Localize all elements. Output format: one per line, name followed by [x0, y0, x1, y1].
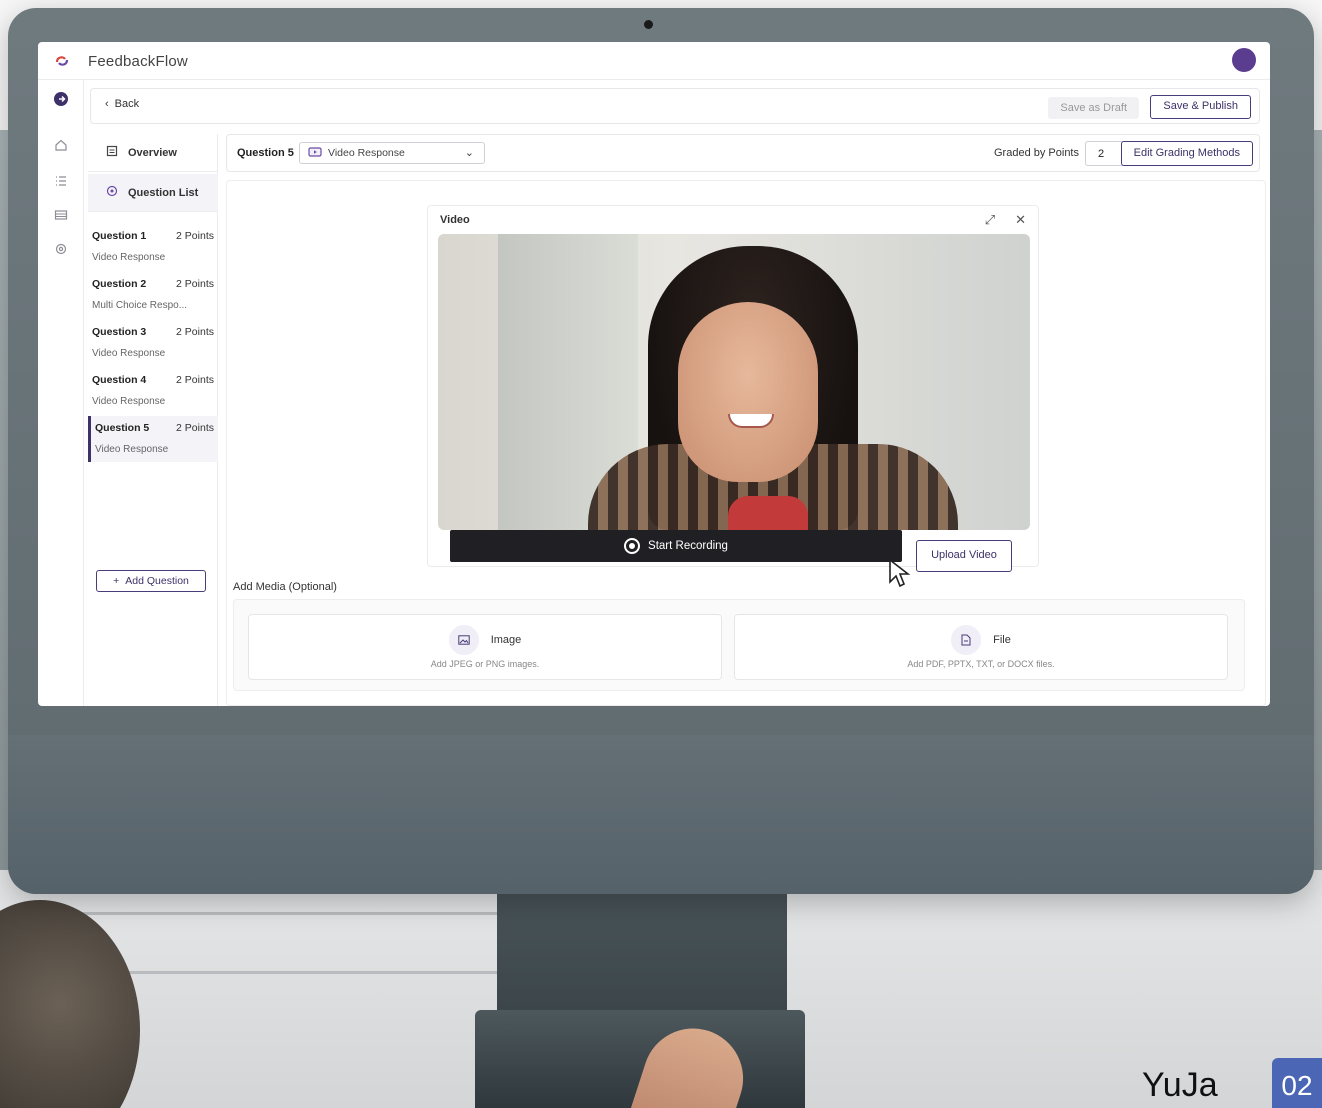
- question-type-value: Video Response: [328, 147, 405, 159]
- question-item-3[interactable]: Question 3 2 Points Video Response: [88, 320, 218, 366]
- preview-person-smile: [728, 414, 774, 428]
- start-recording-label: Start Recording: [648, 540, 728, 552]
- question-points: 2 Points: [176, 422, 214, 434]
- save-draft-button[interactable]: Save as Draft: [1048, 97, 1139, 119]
- home-icon[interactable]: [53, 138, 69, 154]
- question-item-4[interactable]: Question 4 2 Points Video Response: [88, 368, 218, 414]
- top-bar: FeedbackFlow: [38, 42, 1270, 80]
- video-icon: [308, 146, 322, 160]
- chevron-down-icon: ⌄: [464, 147, 474, 159]
- question-points: 2 Points: [176, 230, 214, 242]
- monitor-stand-neck: [497, 880, 787, 1020]
- question-type: Video Response: [92, 348, 166, 359]
- question-title: Question 5: [95, 422, 150, 434]
- question-list-tab[interactable]: Question List: [88, 174, 218, 212]
- screen: FeedbackFlow ‹ Back Save as Draft Save &…: [38, 42, 1270, 706]
- start-recording-button[interactable]: Start Recording: [450, 530, 902, 562]
- question-toolbar: Question 5 Video Response ⌄ Graded by Po…: [226, 134, 1260, 172]
- add-file-card[interactable]: File Add PDF, PPTX, TXT, or DOCX files.: [734, 614, 1228, 680]
- image-icon: [448, 625, 479, 655]
- image-label: Image: [490, 634, 522, 646]
- graded-by-label: Graded by Points: [994, 147, 1079, 159]
- back-label: Back: [114, 98, 140, 110]
- settings-icon[interactable]: [53, 242, 69, 258]
- question-list-icon: [106, 185, 118, 200]
- record-icon: [624, 538, 641, 554]
- monitor-chin: [8, 735, 1314, 894]
- video-title: Video: [440, 214, 470, 226]
- question-editor: Video ⤢ ✕ Start Recording Upload Video A…: [226, 180, 1266, 706]
- plus-icon: +: [113, 575, 120, 587]
- question-type: Video Response: [95, 444, 169, 455]
- file-hint: Add PDF, PPTX, TXT, or DOCX files.: [907, 659, 1055, 669]
- page-header: ‹ Back Save as Draft Save & Publish: [90, 88, 1260, 124]
- question-points: 2 Points: [176, 374, 214, 386]
- page-number-badge: 02: [1272, 1058, 1322, 1108]
- question-title: Question 1: [92, 230, 147, 242]
- question-item-1[interactable]: Question 1 2 Points Video Response: [88, 224, 218, 270]
- list-icon[interactable]: [53, 174, 69, 190]
- chevron-left-icon: ‹: [105, 98, 109, 110]
- overview-label: Overview: [128, 146, 177, 159]
- media-area: Image Add JPEG or PNG images. File Add P…: [233, 599, 1245, 691]
- add-image-card[interactable]: Image Add JPEG or PNG images.: [248, 614, 722, 680]
- table-icon[interactable]: [53, 208, 69, 224]
- video-card: Video ⤢ ✕ Start Recording Upload Video: [427, 205, 1039, 588]
- question-type: Video Response: [92, 396, 166, 407]
- question-title: Question 4: [92, 374, 147, 386]
- file-label: File: [993, 634, 1011, 646]
- question-title: Question 3: [92, 326, 147, 338]
- add-question-label: Add Question: [125, 575, 189, 587]
- mouse-cursor-icon: [889, 558, 911, 588]
- question-item-2[interactable]: Question 2 2 Points Multi Choice Respo...: [88, 272, 218, 318]
- question-type: Multi Choice Respo...: [92, 300, 188, 311]
- question-title: Question 2: [92, 278, 147, 290]
- brand-name: YuJa: [1142, 1066, 1218, 1104]
- question-points: 2 Points: [176, 278, 214, 290]
- upload-video-button[interactable]: Upload Video: [916, 540, 1012, 572]
- overview-tab[interactable]: Overview: [88, 134, 218, 172]
- camera-icon: [644, 20, 653, 29]
- video-preview: [438, 234, 1030, 530]
- question-type-select[interactable]: Video Response ⌄: [299, 142, 485, 164]
- side-rail: [38, 80, 84, 706]
- preview-person-face: [678, 302, 818, 482]
- add-media-label: Add Media (Optional): [233, 581, 337, 593]
- preview-person-top: [728, 496, 808, 530]
- app-title: FeedbackFlow: [88, 53, 188, 70]
- add-question-button[interactable]: + Add Question: [96, 570, 206, 592]
- close-icon[interactable]: ✕: [1015, 212, 1026, 228]
- logo-icon: [55, 56, 69, 66]
- save-publish-button[interactable]: Save & Publish: [1150, 95, 1251, 119]
- question-panel: Overview Question List Question 1 2 Point…: [88, 134, 218, 706]
- nav-arrow-icon[interactable]: [53, 92, 69, 108]
- question-label: Question 5: [237, 147, 294, 159]
- document-icon: [106, 145, 118, 160]
- edit-grading-button[interactable]: Edit Grading Methods: [1120, 141, 1253, 166]
- question-type: Video Response: [92, 252, 166, 263]
- question-list-label: Question List: [128, 186, 199, 199]
- question-item-5[interactable]: Question 5 2 Points Video Response: [88, 416, 218, 462]
- user-avatar[interactable]: [1232, 48, 1256, 72]
- question-points: 2 Points: [176, 326, 214, 338]
- back-button[interactable]: ‹ Back: [105, 98, 139, 110]
- file-icon: [951, 625, 982, 655]
- desk-tray: [55, 912, 545, 974]
- expand-icon[interactable]: ⤢: [985, 212, 995, 228]
- image-hint: Add JPEG or PNG images.: [430, 659, 540, 669]
